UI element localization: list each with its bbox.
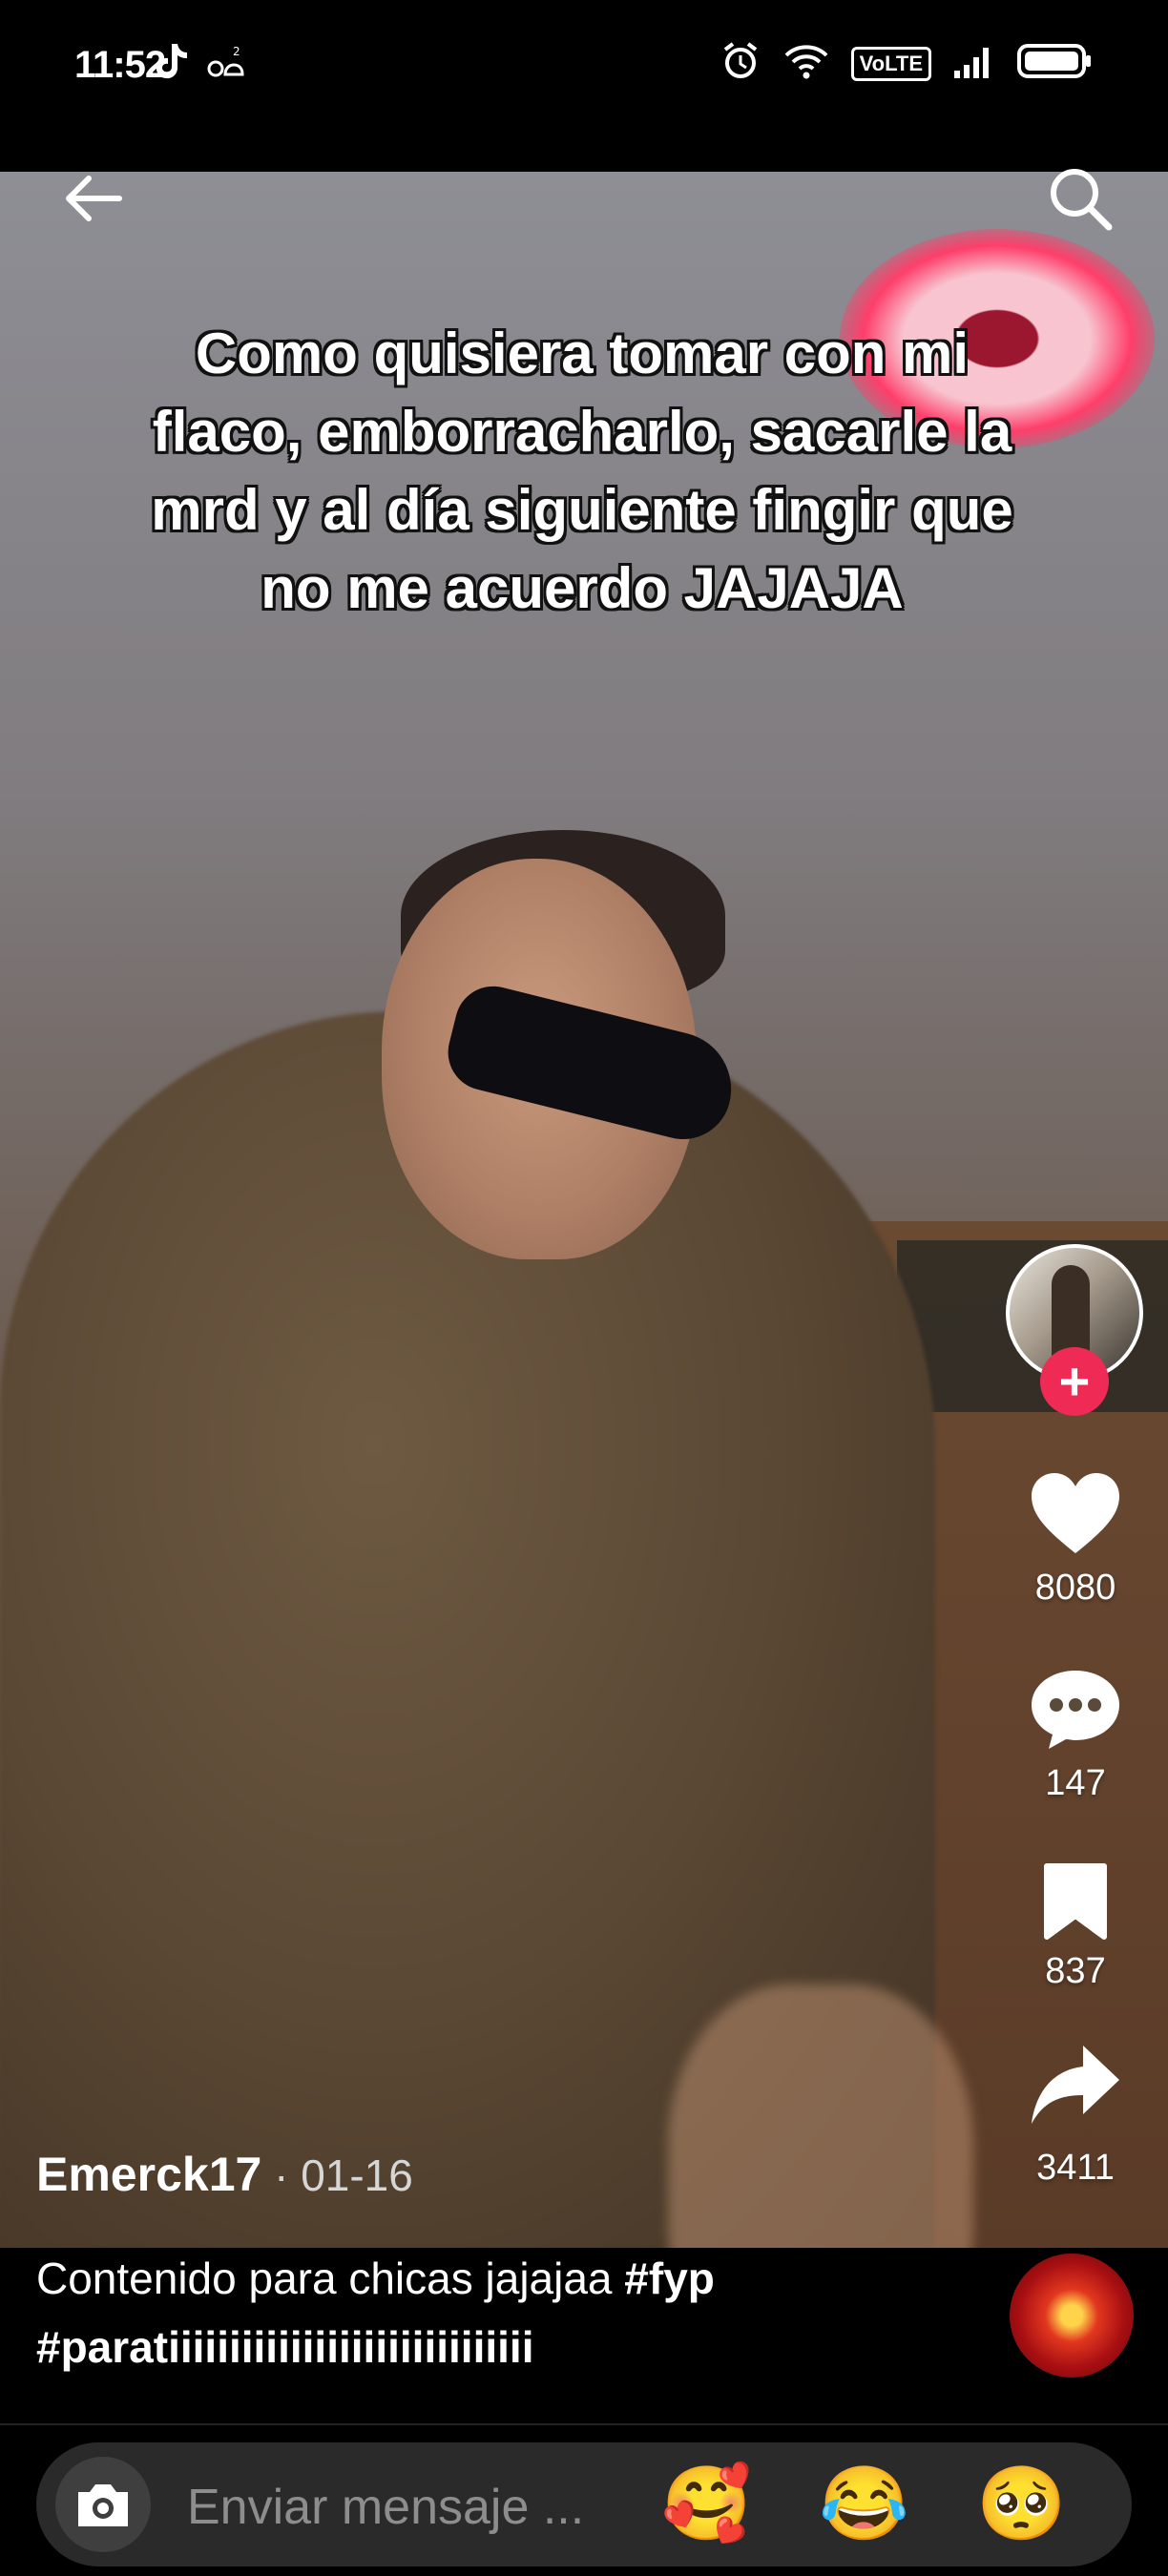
plus-icon: + [1058,1351,1091,1411]
share-button[interactable]: 3411 [1006,2042,1145,2189]
like-button[interactable]: 8080 [1006,1469,1145,1609]
camera-button[interactable] [55,2457,151,2552]
music-disc-icon[interactable] [1010,2254,1134,2378]
save-count: 837 [1045,1951,1106,1991]
like-count: 8080 [1034,1568,1116,1608]
share-count: 3411 [1036,2148,1115,2188]
back-arrow-icon [66,176,122,221]
camera-icon [78,2484,128,2526]
bookmark-icon [1044,1863,1107,1940]
volte-icon: VoLTE [850,46,931,81]
hashtag-fyp[interactable]: #fyp [624,2254,715,2303]
follow-button[interactable]: + [1040,1347,1109,1416]
search-button[interactable] [1042,160,1118,237]
battery-icon [1017,42,1094,85]
author-line: Emerck17 · 01-16 [36,2147,413,2202]
heart-icon [1032,1473,1119,1553]
status-left-icons: 2 [153,42,246,85]
comment-button[interactable]: 147 [1006,1665,1145,1804]
back-button[interactable] [55,160,132,237]
emoji-laughing[interactable]: 😂 [819,2462,909,2547]
person-hand [668,1984,973,2248]
hashtag-parati[interactable]: #paratiiiiiiiiiiiiiiiiiiiiiiiiiiiiii [36,2322,533,2372]
status-time: 11:52 [74,44,166,86]
status-bar: 11:52 2 VoLTE [0,0,1168,172]
video-overlay-text: Como quisiera tomar con mi flaco, emborr… [151,322,1013,620]
emoji-smiling-hearts[interactable]: 🥰 [661,2462,752,2547]
message-input[interactable]: Enviar mensaje ... [187,2479,584,2536]
alarm-icon [720,40,761,87]
share-arrow-icon [1032,2046,1119,2124]
emoji-pleading[interactable]: 🥺 [976,2462,1067,2547]
avatar-figure [1052,1265,1090,1361]
wifi-icon [782,42,830,85]
signal-icon [952,42,996,85]
comment-count: 147 [1045,1763,1106,1803]
caption-text: Contenido para chicas jajajaa [36,2254,625,2303]
comment-icon [1032,1671,1119,1749]
post-caption[interactable]: Contenido para chicas jajajaa #fyp #para… [36,2244,991,2381]
tiktok-icon [153,42,189,85]
notification-icon: 2 [206,42,246,85]
search-icon [1051,169,1113,231]
divider [0,2423,1168,2425]
svg-text:2: 2 [233,45,240,58]
post-date: · 01-16 [261,2150,413,2200]
status-right-icons: VoLTE [720,40,1094,87]
message-bar: Enviar mensaje ... 🥰 😂 🥺 [36,2442,1132,2566]
author-name[interactable]: Emerck17 [36,2148,261,2201]
save-button[interactable]: 837 [1006,1860,1145,1992]
